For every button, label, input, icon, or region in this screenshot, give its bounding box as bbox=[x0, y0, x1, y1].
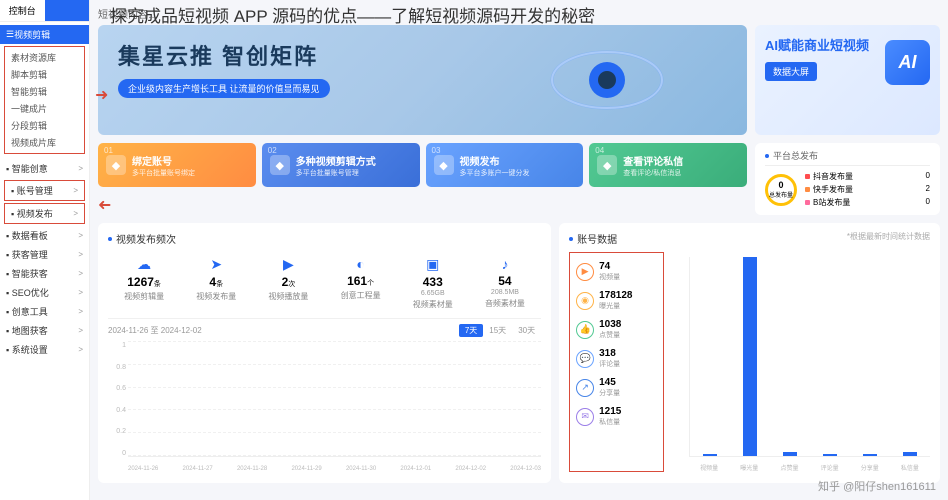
sidebar-item[interactable]: ▪ 获客管理> bbox=[0, 245, 89, 264]
main-content: 短视频内容… 集星云推 智创矩阵 企业级内容生产增长工具 让流量的价值显而易见 … bbox=[90, 0, 948, 500]
sidebar-item[interactable]: ▪ 数据看板> bbox=[0, 226, 89, 245]
overlay-title: 探究成品短视频 APP 源码的优点——了解短视频源码开发的秘密 bbox=[110, 2, 595, 27]
platform-row: 抖音发布量0 bbox=[805, 170, 930, 183]
bar bbox=[863, 454, 877, 456]
bar bbox=[783, 452, 797, 456]
bar bbox=[703, 454, 717, 456]
icon: ☰ bbox=[6, 29, 14, 40]
hero-banner: 集星云推 智创矩阵 企业级内容生产增长工具 让流量的价值显而易见 bbox=[98, 25, 747, 135]
platform-row: 快手发布量2 bbox=[805, 183, 930, 196]
sidebar-sub-item[interactable]: 素材资源库 bbox=[5, 49, 84, 66]
watermark: 知乎 @阳仔shen161611 bbox=[818, 478, 936, 494]
metric: ♪ 54 208.5MB 音频素材量 bbox=[485, 256, 525, 310]
action-card-3[interactable]: 03 ◆ 视频发布多平台多账户一键分发 bbox=[426, 143, 584, 187]
bar bbox=[903, 452, 917, 456]
line-chart: 10.80.60.40.20 2024-11-262024-11-272024-… bbox=[108, 342, 541, 472]
bar bbox=[743, 257, 757, 456]
action-card-4[interactable]: 04 ◆ 查看评论私信查看评论/私信消息 bbox=[589, 143, 747, 187]
sidebar: 控制台 ☰ 视频剪辑 素材资源库脚本剪辑智能剪辑一键成片分段剪辑视频成片库 ▪ … bbox=[0, 0, 90, 500]
ai-card: AI赋能商业短视频 数据大屏 AI bbox=[755, 25, 940, 135]
metric: ☁ 1267条 视频剪辑量 bbox=[124, 256, 164, 310]
date-tab[interactable]: 30天 bbox=[512, 324, 541, 337]
action-card-1[interactable]: 01 ◆ 绑定账号多平台批量账号绑定 bbox=[98, 143, 256, 187]
publish-frequency-panel: 视频发布频次 ☁ 1267条 视频剪辑量 ➤ 4条 视频发布量 ▶ 2次 视频播… bbox=[98, 223, 551, 483]
account-stat: ◉ 178128曝光量 bbox=[574, 286, 659, 315]
sidebar-video-edit[interactable]: ☰ 视频剪辑 bbox=[0, 25, 89, 44]
action-card-2[interactable]: 02 ◆ 多种视频剪辑方式多平台批量账号管理 bbox=[262, 143, 420, 187]
sidebar-item[interactable]: ▪ 地图获客> bbox=[0, 321, 89, 340]
action-icon: ◆ bbox=[106, 155, 126, 175]
date-tab[interactable]: 7天 bbox=[459, 324, 483, 337]
metric: ▣ 433 6.65GB 视频素材量 bbox=[413, 256, 453, 310]
metric: ◐ 161个 创意工程量 bbox=[341, 256, 381, 310]
platform-publish-card: 平台总发布 0 总发布量 抖音发布量0快手发布量2B站发布量0 bbox=[755, 143, 940, 215]
account-stat: ▶ 74视频量 bbox=[574, 257, 659, 286]
hero-subtitle: 企业级内容生产增长工具 让流量的价值显而易见 bbox=[118, 79, 330, 98]
annotation-arrow: ➜ bbox=[95, 85, 108, 105]
ai-icon: AI bbox=[885, 40, 930, 85]
account-stat: ↗ 145分享量 bbox=[574, 373, 659, 402]
metric: ➤ 4条 视频发布量 bbox=[196, 256, 236, 310]
sidebar-sub-item[interactable]: 一键成片 bbox=[5, 100, 84, 117]
action-icon: ◆ bbox=[270, 155, 290, 175]
sidebar-item[interactable]: ▪ 智能创意> bbox=[0, 159, 89, 178]
sidebar-sub-item[interactable]: 视频成片库 bbox=[5, 134, 84, 151]
data-dashboard-button[interactable]: 数据大屏 bbox=[765, 62, 817, 81]
date-tab[interactable]: 15天 bbox=[483, 324, 512, 337]
tab-blank[interactable] bbox=[45, 0, 90, 21]
metric: ▶ 2次 视频播放量 bbox=[268, 256, 308, 310]
total-publish-circle: 0 总发布量 bbox=[765, 174, 797, 206]
sidebar-item[interactable]: ▪ 系统设置> bbox=[0, 340, 89, 359]
sidebar-item[interactable]: ▪ 智能获客> bbox=[0, 264, 89, 283]
sidebar-sub-item[interactable]: 分段剪辑 bbox=[5, 117, 84, 134]
account-stat: 💬 318评论量 bbox=[574, 344, 659, 373]
action-icon: ◆ bbox=[434, 155, 454, 175]
platform-row: B站发布量0 bbox=[805, 196, 930, 209]
freq-title: 视频发布频次 bbox=[108, 231, 541, 246]
sidebar-sub-item[interactable]: 智能剪辑 bbox=[5, 83, 84, 100]
eye-graphic bbox=[547, 45, 667, 115]
account-note: *根据最新时间统计数据 bbox=[847, 231, 930, 242]
account-stat: ✉ 1215私信量 bbox=[574, 402, 659, 431]
account-data-panel: 账号数据 *根据最新时间统计数据 ▶ 74视频量 ◉ 178128曝光量 👍 1… bbox=[559, 223, 940, 483]
bar bbox=[823, 454, 837, 456]
sidebar-item[interactable]: ▪ SEO优化> bbox=[0, 283, 89, 302]
sidebar-sub-item[interactable]: 脚本剪辑 bbox=[5, 66, 84, 83]
sidebar-item[interactable]: ▪ 视频发布> bbox=[5, 204, 84, 223]
sidebar-item[interactable]: ▪ 创意工具> bbox=[0, 302, 89, 321]
annotation-arrow: ➜ bbox=[98, 195, 111, 215]
account-stats-column: ▶ 74视频量 ◉ 178128曝光量 👍 1038点赞量 💬 318评论量 ↗… bbox=[569, 252, 664, 472]
sidebar-submenu: 素材资源库脚本剪辑智能剪辑一键成片分段剪辑视频成片库 bbox=[4, 46, 85, 154]
action-icon: ◆ bbox=[597, 155, 617, 175]
date-range: 2024-11-26 至 2024-12-02 bbox=[108, 325, 459, 336]
account-stat: 👍 1038点赞量 bbox=[574, 315, 659, 344]
bar-chart: 视频量曝光量点赞量评论量分享量私信量 bbox=[674, 252, 930, 472]
sidebar-item[interactable]: ▪ 账号管理> bbox=[5, 181, 84, 200]
platform-title: 平台总发布 bbox=[765, 149, 930, 166]
tab-console[interactable]: 控制台 bbox=[0, 0, 45, 21]
